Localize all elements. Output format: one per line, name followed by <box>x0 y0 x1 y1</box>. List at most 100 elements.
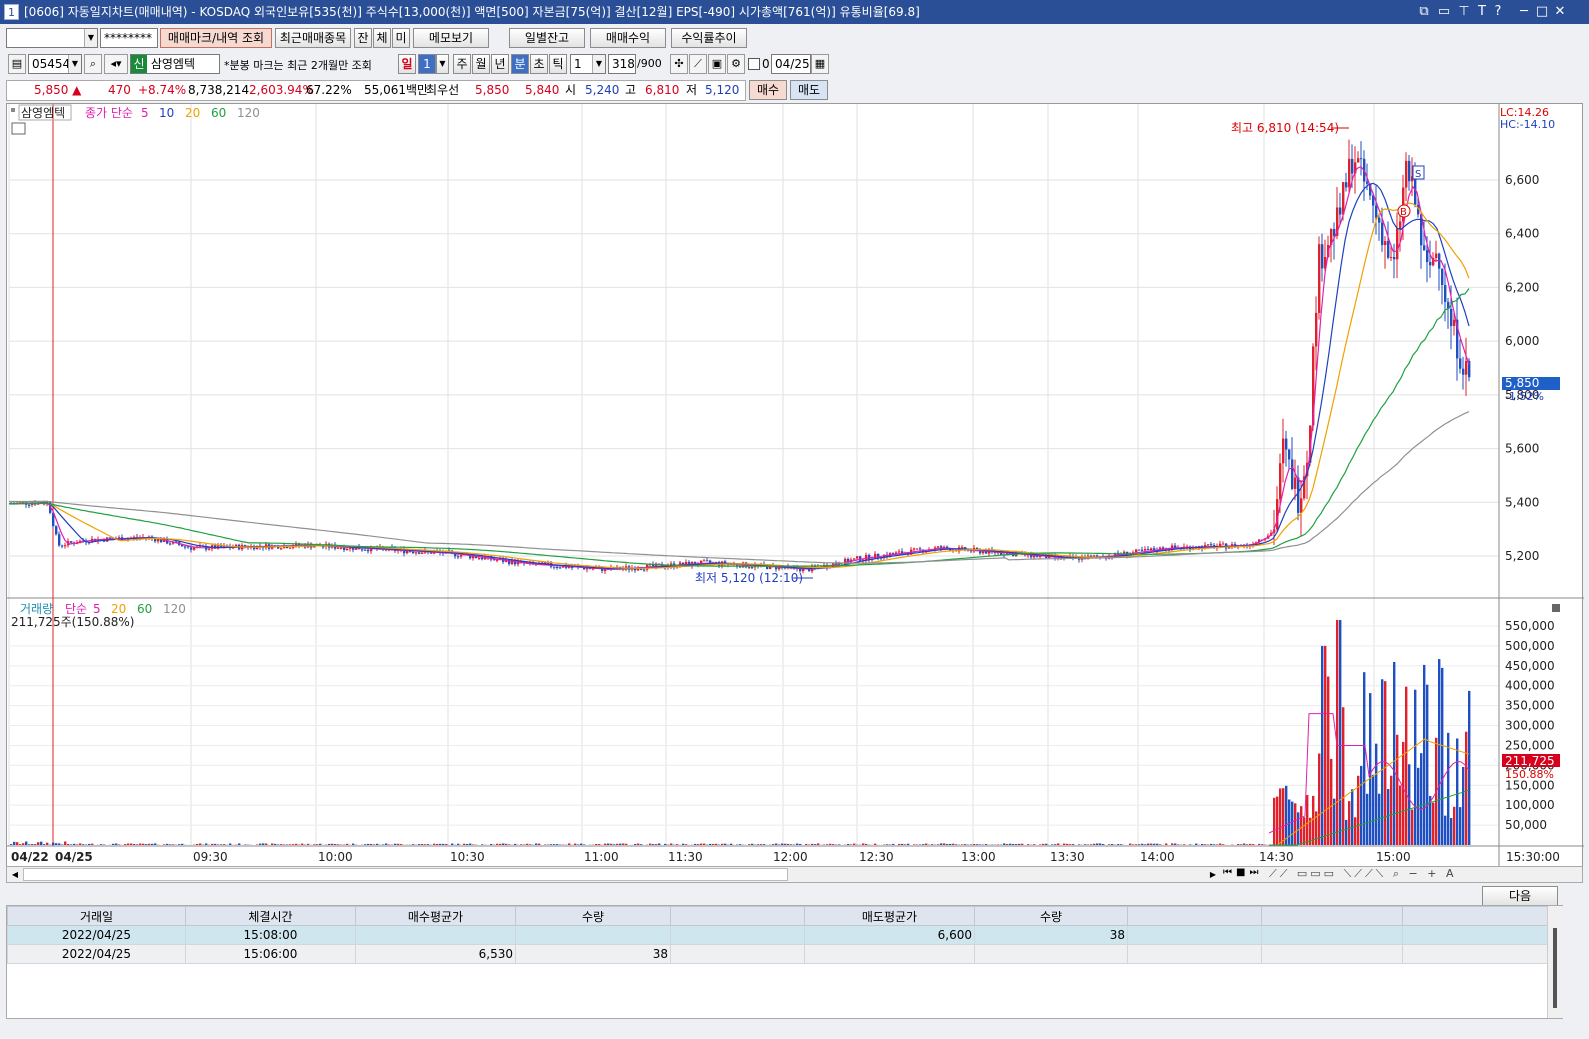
period-year-button[interactable]: 년 <box>491 54 509 74</box>
candle-body <box>364 549 367 551</box>
period-week-button[interactable]: 주 <box>453 54 471 74</box>
font-icon[interactable]: T <box>1474 0 1490 24</box>
period-tick-button[interactable]: 틱 <box>549 54 567 74</box>
calendar-icon[interactable]: ▦ <box>811 54 829 74</box>
scroll-left-icon[interactable]: ◀ <box>9 868 21 881</box>
table-row[interactable]: 2022/04/25 15:08:00 6,600 38 <box>7 925 1548 945</box>
layout-icon[interactable]: ▤ <box>8 54 26 74</box>
speaker-icon[interactable]: ◂▾ <box>104 54 128 74</box>
playback-controls[interactable]: ⏮■⏭ <box>1223 867 1262 878</box>
scroll-thumb[interactable] <box>23 868 788 881</box>
volume-bar <box>796 843 799 845</box>
volume-bar <box>1027 844 1030 845</box>
volume-tick-label: 400,000 <box>1505 679 1555 693</box>
date-input[interactable]: 04/25 <box>771 54 811 74</box>
table-scroll-thumb[interactable] <box>1553 928 1557 1008</box>
link-icon[interactable]: ⧉ <box>1416 0 1432 24</box>
time-tick-label: 13:00 <box>961 850 996 864</box>
volume-bar <box>685 844 688 845</box>
candle-body <box>1396 228 1399 260</box>
interval-select[interactable]: 1 ▼ <box>570 54 606 74</box>
count-input[interactable]: 318 <box>608 54 636 74</box>
zero-checkbox[interactable] <box>748 58 760 70</box>
table-cell <box>1402 925 1548 945</box>
pin-icon[interactable]: ⊤ <box>1456 0 1472 24</box>
trade-mark-query-button[interactable]: 매매마크/내역 조회 <box>160 28 272 48</box>
period-day-button[interactable]: 일 <box>398 54 416 74</box>
volume-legend-item: 5 <box>93 602 101 616</box>
volume-bar <box>1459 807 1462 845</box>
trade-profit-button[interactable]: 매매수익 <box>590 28 666 48</box>
chevron-down-icon[interactable]: ▼ <box>84 29 97 47</box>
legend-ma-label: 종가 단순 <box>85 106 133 120</box>
volume-bar <box>124 844 127 845</box>
help-icon[interactable]: ? <box>1490 0 1506 24</box>
volume-bar <box>31 843 34 845</box>
password-field[interactable]: ******** <box>100 28 158 48</box>
sell-button[interactable]: 매도 <box>790 80 828 100</box>
volume-bar <box>670 843 673 845</box>
period-second-button[interactable]: 초 <box>530 54 548 74</box>
minimize-icon[interactable]: ─ <box>1516 0 1532 24</box>
close-icon[interactable]: ✕ <box>1552 0 1568 24</box>
volume-bar <box>568 843 571 845</box>
buy-button[interactable]: 매수 <box>749 80 787 100</box>
gear-icon[interactable]: ⚙ <box>727 54 745 74</box>
period-minute-button[interactable]: 분 <box>511 54 529 74</box>
stock-name: 삼영엠텍 <box>150 57 195 71</box>
volume-bar <box>850 844 853 845</box>
volume-bar <box>1177 844 1180 845</box>
unfilled-button[interactable]: 미 <box>392 28 410 48</box>
period-month-button[interactable]: 월 <box>472 54 490 74</box>
chevron-down-icon[interactable]: ▼ <box>436 54 449 74</box>
memo-button[interactable]: 메모보기 <box>413 28 489 48</box>
chart-area[interactable]: 6,600 6,400 6,200 6,000 5,800 5,600 5,400 5,200… <box>6 103 1584 868</box>
high-mark-label: 최고 6,810 (14:54) <box>1231 121 1339 135</box>
volume-bar <box>346 843 349 845</box>
balance-button[interactable]: 잔 <box>354 28 372 48</box>
chevron-down-icon[interactable]: ▼ <box>68 55 81 73</box>
volume-bar <box>1165 843 1168 845</box>
candle-body <box>1444 284 1447 302</box>
volume-bar <box>1384 681 1387 845</box>
search-icon[interactable]: ⌕ <box>84 54 102 74</box>
draw-tool-icon[interactable]: ⟋ <box>689 54 707 74</box>
price-tick-label: 6,000 <box>1505 334 1539 348</box>
chart-svg[interactable]: 6,6006,4006,2006,0005,8005,6005,4005,200… <box>7 104 1584 868</box>
volume-bar <box>421 844 424 845</box>
candle-body <box>361 549 364 551</box>
drawing-tools[interactable]: ⟋⟋ ▭▭▭ ⟍⟋⟋⟍ ⌕ − + A <box>1269 867 1456 881</box>
execution-button[interactable]: 체 <box>373 28 391 48</box>
candle-body <box>559 567 562 569</box>
scroll-right-icon[interactable]: ▶ <box>1207 868 1219 881</box>
volume-bar <box>352 843 355 845</box>
stock-code-input[interactable]: 054540 ▼ <box>28 54 82 74</box>
volume-bar <box>1402 741 1405 845</box>
next-button[interactable]: 다음 <box>1482 886 1558 906</box>
candle-body <box>1318 244 1321 313</box>
recent-trades-button[interactable]: 최근매매종목 <box>275 28 351 48</box>
return-trend-button[interactable]: 수익률추이 <box>671 28 747 48</box>
panel-close-icon <box>1552 604 1560 612</box>
crosshair-icon[interactable]: ✣ <box>670 54 688 74</box>
price-tick-label: 5,600 <box>1505 442 1539 456</box>
volume-bar <box>553 844 556 845</box>
volume-bar <box>370 843 373 845</box>
account-select[interactable]: ▼ <box>6 28 98 48</box>
volume-bar <box>751 843 754 845</box>
chevron-down-icon[interactable]: ▼ <box>592 55 605 73</box>
period-number-select[interactable]: 1 <box>418 54 436 74</box>
table-cell <box>1127 944 1262 964</box>
candle-body <box>1462 368 1465 375</box>
stock-name-field[interactable]: 신 삼영엠텍 <box>130 54 220 74</box>
chart-scrollbar[interactable]: ◀ ▶ ⏮■⏭ ⟋⟋ ▭▭▭ ⟍⟋⟋⟍ ⌕ − + A <box>6 866 1583 883</box>
daily-balance-button[interactable]: 일별잔고 <box>509 28 585 48</box>
candle-body <box>751 567 754 569</box>
maximize-icon[interactable]: □ <box>1534 0 1550 24</box>
table-scrollbar[interactable] <box>1547 906 1563 1018</box>
volume-tick-label: 100,000 <box>1505 798 1555 812</box>
restore-tool-icon[interactable]: ▭ <box>1436 0 1452 24</box>
save-icon[interactable]: ▣ <box>708 54 726 74</box>
volume-bar <box>577 844 580 845</box>
table-row[interactable]: 2022/04/25 15:06:00 6,530 38 <box>7 944 1548 964</box>
